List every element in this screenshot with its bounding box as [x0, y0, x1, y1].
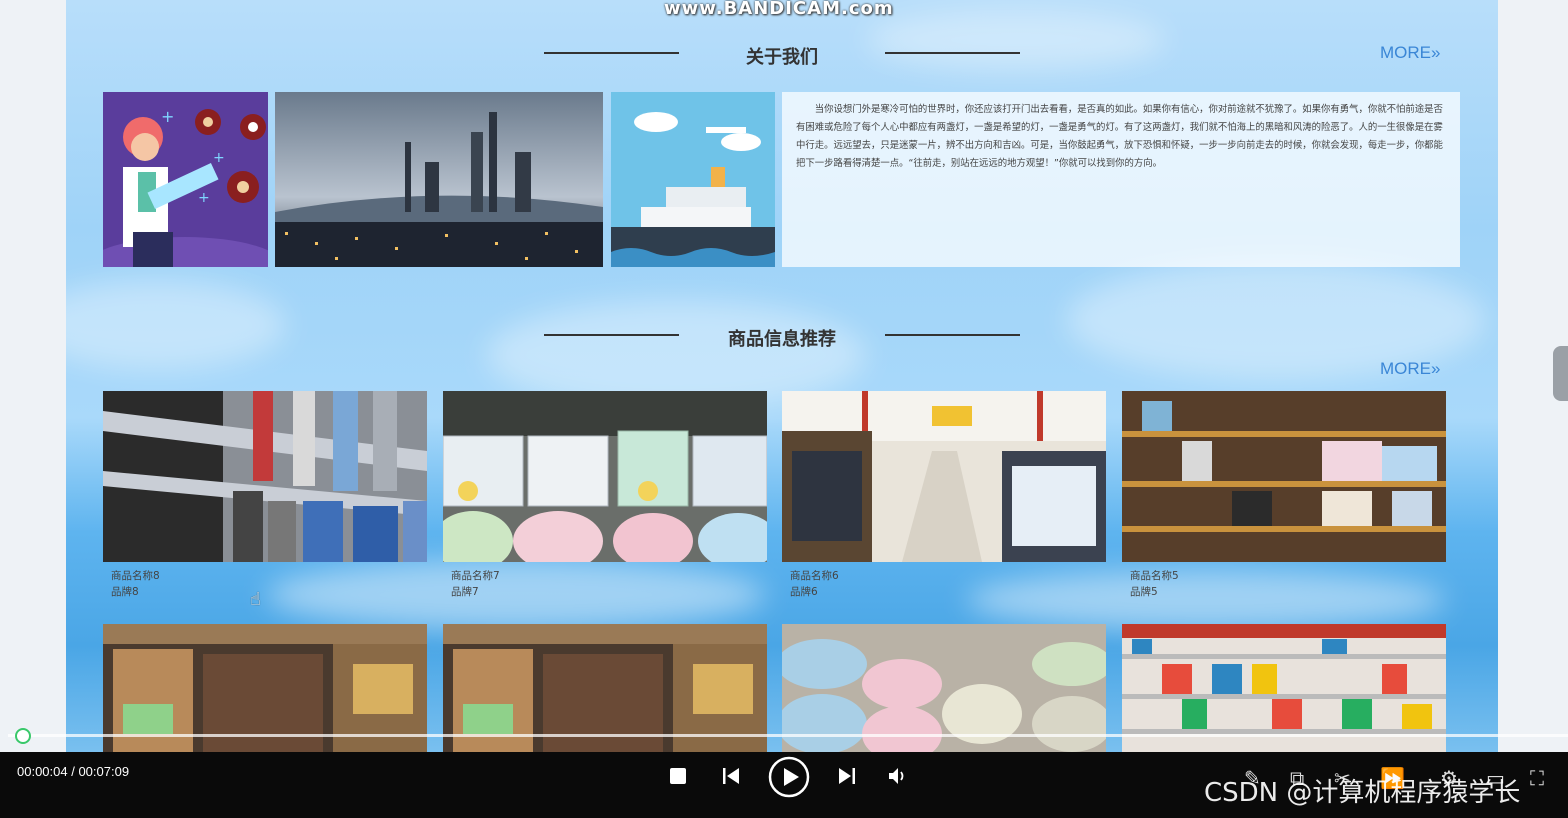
product-card[interactable]: 商品名称5 品牌5	[1122, 391, 1446, 600]
about-more-link[interactable]: MORE»	[1380, 43, 1440, 63]
product-name[interactable]: 商品名称8	[103, 568, 427, 584]
products-more-link[interactable]: MORE»	[1380, 359, 1440, 379]
products-title: 商品信息推荐	[728, 329, 836, 350]
title-rule-right	[885, 52, 1020, 54]
product-image[interactable]	[782, 391, 1106, 562]
product-image[interactable]	[103, 624, 427, 760]
about-image-doctor: + + +	[103, 92, 268, 267]
product-brand: 品牌6	[790, 586, 818, 598]
hand-cursor-icon: ☝	[250, 589, 261, 610]
webpage-frame: 关于我们 MORE» + + + 当你设想门外是寒冷可怕的世界时，你还应该打开门…	[66, 0, 1498, 760]
product-card[interactable]: 商品名称7 品牌7	[443, 391, 767, 600]
product-image[interactable]	[1122, 391, 1446, 562]
product-image[interactable]	[103, 391, 427, 562]
product-image[interactable]	[443, 391, 767, 562]
about-image-city	[275, 92, 603, 267]
stop-icon[interactable]	[670, 768, 686, 784]
product-card[interactable]: 商品名称6 品牌6	[782, 391, 1106, 600]
volume-icon[interactable]	[887, 766, 907, 786]
next-icon[interactable]	[838, 767, 856, 785]
product-image[interactable]	[1122, 624, 1446, 760]
about-paragraph: 当你设想门外是寒冷可怕的世界时，你还应该打开门出去看看，是否真的如此。如果你有信…	[782, 92, 1460, 267]
about-image-ship	[611, 92, 775, 267]
product-brand: 品牌7	[451, 586, 479, 598]
svg-text:+: +	[198, 190, 210, 206]
product-name[interactable]: 商品名称7	[443, 568, 767, 584]
svg-text:+: +	[213, 150, 225, 166]
prev-icon[interactable]	[722, 767, 740, 785]
product-brand: 品牌8	[111, 586, 139, 598]
player-controls: 00:00:04 / 00:07:09 ✎ ⧉ ✂ ⏩ ⚙ ▭ ⛶ CSDN @…	[0, 752, 1568, 818]
bandicam-watermark: www.BANDICAM.com	[664, 0, 894, 19]
csdn-watermark: CSDN @计算机程序猿学长	[1204, 778, 1521, 808]
product-name[interactable]: 商品名称6	[782, 568, 1106, 584]
product-card[interactable]: 商品名称8 品牌8	[103, 391, 427, 600]
product-name[interactable]: 商品名称5	[1122, 568, 1446, 584]
product-image[interactable]	[443, 624, 767, 760]
product-image[interactable]	[782, 624, 1106, 760]
product-brand: 品牌5	[1130, 586, 1158, 598]
progress-bar[interactable]	[8, 734, 1568, 737]
svg-text:+: +	[161, 107, 174, 126]
video-player-stage: 关于我们 MORE» + + + 当你设想门外是寒冷可怕的世界时，你还应该打开门…	[0, 0, 1568, 818]
time-display: 00:00:04 / 00:07:09	[17, 764, 130, 779]
play-icon[interactable]	[768, 756, 810, 798]
fullscreen-icon[interactable]: ⛶	[1530, 766, 1544, 790]
about-title: 关于我们	[746, 47, 818, 68]
progress-knob[interactable]	[14, 728, 31, 744]
side-panel-handle[interactable]	[1553, 346, 1568, 401]
title-rule-right	[885, 334, 1020, 336]
